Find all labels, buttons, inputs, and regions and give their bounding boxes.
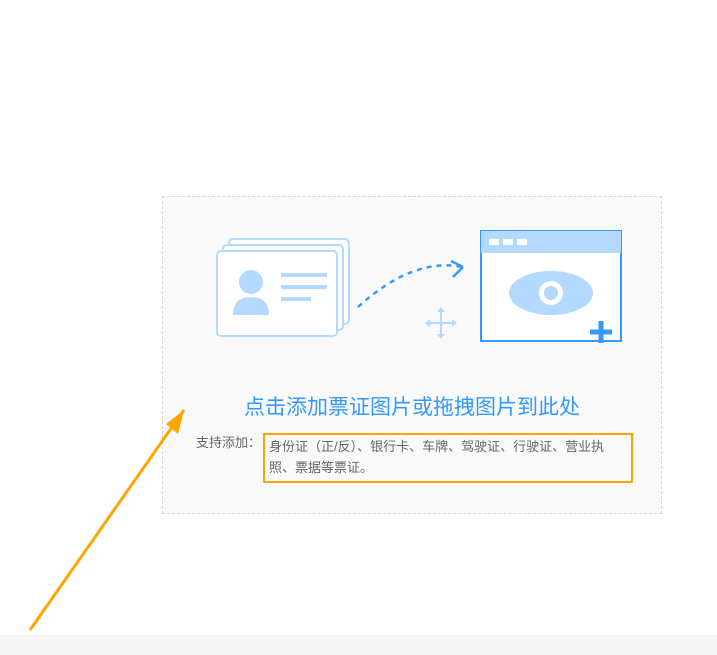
upload-support-line: 支持添加： 身份证（正/反）、银行卡、车牌、驾驶证、行驶证、营业执照、票据等票证…	[191, 433, 633, 483]
upload-illustration	[163, 197, 661, 387]
upload-dropzone[interactable]: 点击添加票证图片或拖拽图片到此处 支持添加： 身份证（正/反）、银行卡、车牌、驾…	[162, 196, 662, 514]
bottom-bar	[0, 635, 717, 655]
dashed-arrow-icon	[358, 261, 463, 307]
upload-title: 点击添加票证图片或拖拽图片到此处	[163, 391, 661, 421]
upload-support-types: 身份证（正/反）、银行卡、车牌、驾驶证、行驶证、营业执照、票据等票证。	[263, 433, 633, 483]
preview-window-eye-icon	[481, 231, 621, 343]
move-cursor-icon	[425, 307, 457, 339]
upload-support-label: 支持添加：	[191, 433, 261, 454]
id-card-stack-icon	[217, 239, 349, 336]
